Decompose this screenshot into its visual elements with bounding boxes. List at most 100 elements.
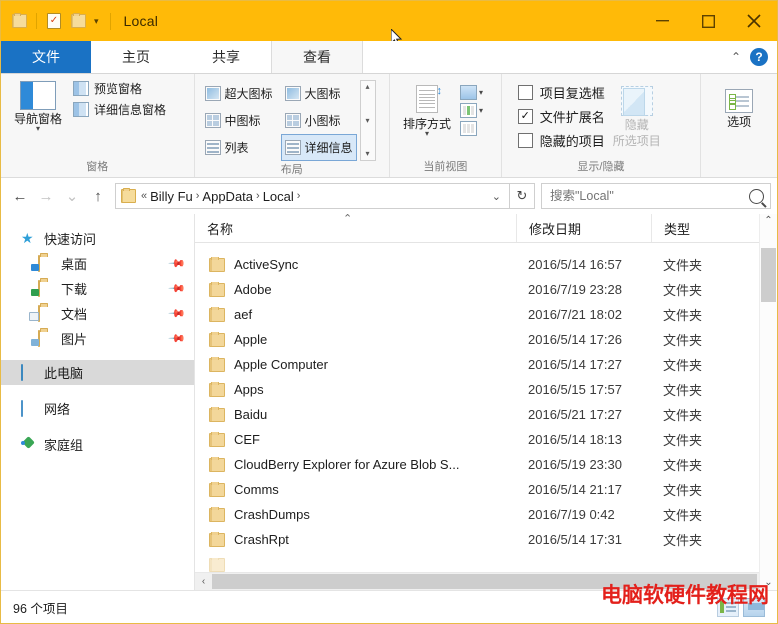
hidden-items-checkbox[interactable]: [517, 132, 533, 148]
column-header-type[interactable]: 类型: [651, 214, 759, 242]
scroll-left-icon[interactable]: ‹: [195, 576, 212, 587]
preview-pane-button[interactable]: 预览窗格: [73, 78, 166, 99]
file-name-cell[interactable]: ActiveSync: [195, 257, 516, 272]
file-name-cell[interactable]: CEF: [195, 432, 516, 447]
options-button[interactable]: 选项: [708, 86, 770, 129]
recent-locations-button[interactable]: ⌄: [59, 183, 85, 209]
forward-button[interactable]: →: [33, 183, 59, 209]
file-name-cell[interactable]: Apps: [195, 382, 516, 397]
horizontal-scrollbar[interactable]: ‹: [195, 572, 759, 590]
breadcrumb[interactable]: « Billy Fu › AppData › Local › ⌄: [115, 183, 510, 209]
large-icons-view-toggle-icon[interactable]: [743, 597, 765, 617]
file-name-cell[interactable]: aef: [195, 307, 516, 322]
customize-qat-dropdown-icon[interactable]: ▾: [94, 16, 99, 27]
search-input[interactable]: [548, 188, 749, 204]
collapse-ribbon-icon[interactable]: ⌃: [731, 50, 741, 64]
minimize-button[interactable]: [639, 1, 685, 41]
sort-chevron-down-icon[interactable]: ▾: [425, 130, 429, 138]
breadcrumb-item-appdata[interactable]: AppData: [202, 189, 253, 204]
gallery-scroll-down-icon[interactable]: ▾: [366, 116, 370, 125]
item-checkboxes-checkbox[interactable]: [517, 84, 533, 100]
view-details[interactable]: 详细信息: [280, 134, 357, 161]
file-name-cell[interactable]: Comms: [195, 482, 516, 497]
table-row[interactable]: CloudBerry Explorer for Azure Blob S... …: [195, 452, 759, 477]
tab-file[interactable]: 文件: [1, 41, 91, 73]
table-row[interactable]: Apps 2016/5/15 17:57 文件夹: [195, 377, 759, 402]
sidebar-item-documents[interactable]: 文档 📌: [1, 301, 194, 326]
folder-icon[interactable]: [10, 12, 28, 30]
new-folder-icon[interactable]: [69, 12, 87, 30]
sidebar-item-homegroup[interactable]: 家庭组: [1, 432, 194, 457]
pin-icon[interactable]: 📌: [168, 329, 187, 348]
vertical-scroll-thumb[interactable]: [761, 248, 776, 302]
table-row[interactable]: Apple Computer 2016/5/14 17:27 文件夹: [195, 352, 759, 377]
group-by-chevron-icon[interactable]: ▾: [479, 88, 483, 97]
breadcrumb-dropdown-icon[interactable]: ⌄: [488, 190, 505, 203]
vertical-scroll-track[interactable]: [761, 226, 776, 578]
breadcrumb-item-local[interactable]: Local: [263, 189, 294, 204]
tab-share[interactable]: 共享: [181, 41, 271, 73]
pin-icon[interactable]: 📌: [168, 254, 187, 273]
file-name-cell[interactable]: CrashRpt: [195, 532, 516, 547]
item-checkboxes-option[interactable]: 项目复选框: [517, 80, 605, 104]
file-extensions-checkbox[interactable]: ✓: [517, 108, 533, 124]
hide-selected-items-button[interactable]: 隐藏 所选项目: [605, 80, 669, 148]
up-button[interactable]: ↑: [85, 183, 111, 209]
file-name-cell[interactable]: Adobe: [195, 282, 516, 297]
pin-icon[interactable]: 📌: [168, 279, 187, 298]
back-button[interactable]: ←: [7, 183, 33, 209]
gallery-scroll[interactable]: ▴ ▾ ▾: [359, 80, 376, 161]
horizontal-scroll-thumb[interactable]: [212, 574, 757, 589]
size-columns-button[interactable]: [459, 121, 483, 136]
hidden-items-option[interactable]: 隐藏的项目: [517, 128, 605, 152]
breadcrumb-separator-2[interactable]: ›: [256, 190, 260, 202]
breadcrumb-separator-3[interactable]: ›: [297, 190, 301, 202]
gallery-expand-icon[interactable]: ▾: [366, 150, 370, 158]
chevron-down-icon[interactable]: ▾: [36, 125, 40, 133]
sidebar-item-downloads[interactable]: 下载 📌: [1, 276, 194, 301]
view-small-icons[interactable]: 小图标: [281, 107, 357, 134]
table-row[interactable]: Comms 2016/5/14 21:17 文件夹: [195, 477, 759, 502]
table-row[interactable]: CEF 2016/5/14 18:13 文件夹: [195, 427, 759, 452]
table-row[interactable]: Adobe 2016/7/19 23:28 文件夹: [195, 277, 759, 302]
table-row[interactable]: Baidu 2016/5/21 17:27 文件夹: [195, 402, 759, 427]
sidebar-item-pictures[interactable]: 图片 📌: [1, 326, 194, 351]
search-icon[interactable]: [749, 188, 764, 204]
details-pane-button[interactable]: 详细信息窗格: [73, 99, 166, 120]
file-name-cell[interactable]: Baidu: [195, 407, 516, 422]
sidebar-item-quick-access[interactable]: ★ 快速访问: [1, 226, 194, 251]
close-button[interactable]: [731, 1, 777, 41]
gallery-scroll-up-icon[interactable]: ▴: [366, 83, 370, 91]
file-name-cell[interactable]: CloudBerry Explorer for Azure Blob S...: [195, 457, 516, 472]
file-name-cell[interactable]: Apple Computer: [195, 357, 516, 372]
file-name-cell[interactable]: Apple: [195, 332, 516, 347]
breadcrumb-separator-1[interactable]: ›: [196, 190, 200, 202]
refresh-button[interactable]: ↻: [510, 183, 535, 209]
column-header-name[interactable]: 名称: [195, 214, 516, 242]
table-row-partial[interactable]: [195, 552, 759, 572]
sort-by-button[interactable]: ↕ 排序方式 ▾: [396, 82, 458, 138]
help-icon[interactable]: ?: [750, 48, 768, 66]
navigation-pane-button[interactable]: 导航窗格 ▾: [7, 78, 69, 133]
sidebar-item-desktop[interactable]: 桌面 📌: [1, 251, 194, 276]
sidebar-item-this-pc[interactable]: 此电脑: [1, 360, 194, 385]
file-name-cell[interactable]: [195, 557, 516, 572]
scroll-down-icon[interactable]: ⌄: [764, 578, 772, 588]
group-by-button[interactable]: ▾: [459, 85, 483, 100]
view-large-icons[interactable]: 大图标: [281, 80, 357, 107]
file-extensions-option[interactable]: ✓ 文件扩展名: [517, 104, 605, 128]
breadcrumb-overflow-icon[interactable]: «: [141, 190, 147, 202]
details-view-toggle-icon[interactable]: [717, 597, 739, 617]
table-row[interactable]: CrashDumps 2016/7/19 0:42 文件夹: [195, 502, 759, 527]
tab-home[interactable]: 主页: [91, 41, 181, 73]
view-medium-icons[interactable]: 中图标: [201, 107, 277, 134]
table-row[interactable]: ActiveSync 2016/5/14 16:57 文件夹: [195, 252, 759, 277]
view-list[interactable]: 列表: [201, 134, 277, 161]
view-extra-large-icons[interactable]: 超大图标: [201, 80, 277, 107]
tab-view[interactable]: 查看: [271, 41, 363, 73]
properties-icon[interactable]: ✓: [45, 12, 63, 30]
table-row[interactable]: Apple 2016/5/14 17:26 文件夹: [195, 327, 759, 352]
vertical-scrollbar[interactable]: ⌃ ⌄: [759, 214, 777, 590]
column-header-date-modified[interactable]: 修改日期: [516, 214, 651, 242]
table-row[interactable]: aef 2016/7/21 18:02 文件夹: [195, 302, 759, 327]
